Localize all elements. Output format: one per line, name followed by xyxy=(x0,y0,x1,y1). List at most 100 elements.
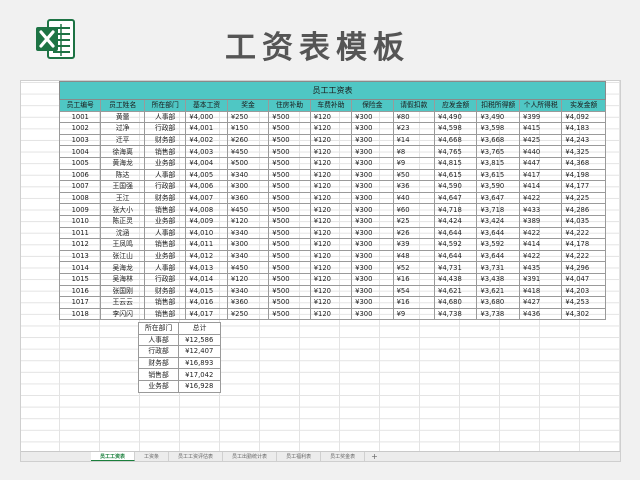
table-cell[interactable]: ¥300 xyxy=(351,122,394,135)
add-sheet-button[interactable]: + xyxy=(365,452,384,461)
table-cell[interactable]: 1001 xyxy=(58,110,102,124)
table-cell[interactable]: ¥300 xyxy=(351,133,394,147)
table-cell[interactable]: ¥3,590 xyxy=(476,180,520,193)
sheet-tab[interactable]: 工资条 xyxy=(135,452,170,461)
table-cell[interactable]: ¥120 xyxy=(309,156,353,170)
table-cell[interactable]: ¥450 xyxy=(226,145,270,158)
table-cell[interactable]: ¥120 xyxy=(309,296,353,309)
table-cell[interactable]: 1013 xyxy=(58,249,102,263)
table-cell[interactable]: ¥417 xyxy=(518,168,563,182)
table-cell[interactable]: ¥16 xyxy=(392,272,436,286)
table-cell[interactable]: 财务部 xyxy=(143,284,187,298)
table-cell[interactable]: ¥500 xyxy=(268,226,311,240)
table-cell[interactable]: ¥447 xyxy=(518,156,563,170)
department-summary-table[interactable]: 所在部门 总计 人事部 ¥12,586 行政部 ¥12,407 财务部 ¥16,893 销售部… xyxy=(137,322,221,393)
sheet-tab[interactable]: 员工工资评估表 xyxy=(169,452,224,461)
table-cell[interactable]: ¥300 xyxy=(351,226,394,240)
table-cell[interactable]: ¥4,000 xyxy=(185,110,228,124)
table-cell[interactable]: ¥120 xyxy=(309,238,353,251)
table-cell[interactable]: 行政部 xyxy=(143,272,187,286)
summary-row[interactable]: 行政部 ¥12,407 xyxy=(137,345,221,358)
table-cell[interactable]: ¥436 xyxy=(518,307,563,321)
summary-row[interactable]: 业务部 ¥16,928 xyxy=(137,379,221,393)
table-cell[interactable]: ¥9 xyxy=(392,307,436,321)
table-cell[interactable]: 王江 xyxy=(100,191,145,205)
summary-cell[interactable]: ¥12,586 xyxy=(178,333,221,347)
table-cell[interactable]: ¥3,815 xyxy=(476,156,520,170)
table-cell[interactable]: ¥120 xyxy=(309,168,353,182)
table-cell[interactable]: 迁平 xyxy=(100,133,145,147)
table-cell[interactable]: ¥3,644 xyxy=(476,226,520,240)
table-cell[interactable]: ¥4,644 xyxy=(433,226,478,240)
table-cell[interactable]: ¥433 xyxy=(518,203,563,216)
table-cell[interactable]: ¥300 xyxy=(351,168,394,182)
table-cell[interactable]: ¥4,438 xyxy=(433,272,478,286)
table-row[interactable]: 1005 黄海龙 业务部 ¥4,004 ¥500 ¥500 ¥120 ¥300 ¥9 ¥4,815… xyxy=(58,156,606,170)
table-cell[interactable]: ¥300 xyxy=(351,238,394,251)
table-cell[interactable]: ¥4,424 xyxy=(433,214,478,228)
summary-row[interactable]: 人事部 ¥12,586 xyxy=(137,333,221,347)
table-cell[interactable]: ¥4,178 xyxy=(561,238,606,251)
summary-column-header[interactable]: 总计 xyxy=(178,322,221,335)
table-row[interactable]: 1002 过净 行政部 ¥4,001 ¥150 ¥500 ¥120 ¥300 ¥23 ¥4,598… xyxy=(58,122,606,135)
table-cell[interactable]: 销售部 xyxy=(143,145,187,158)
table-cell[interactable]: ¥4,011 xyxy=(185,238,228,251)
table-cell[interactable]: ¥36 xyxy=(392,180,436,193)
sheet-tab[interactable]: 员工工资表 xyxy=(91,452,136,461)
table-cell[interactable]: ¥120 xyxy=(309,307,353,321)
summary-column-header[interactable]: 所在部门 xyxy=(137,322,180,335)
table-cell[interactable]: ¥250 xyxy=(226,110,270,124)
table-cell[interactable]: ¥150 xyxy=(226,122,270,135)
table-cell[interactable]: ¥4,243 xyxy=(561,133,606,147)
table-cell[interactable]: ¥500 xyxy=(268,133,311,147)
table-cell[interactable]: ¥4,001 xyxy=(185,122,228,135)
table-cell[interactable]: ¥4,621 xyxy=(433,284,478,298)
table-row[interactable]: 1006 陈达 人事部 ¥4,005 ¥340 ¥500 ¥120 ¥300 ¥50 ¥4,615… xyxy=(58,168,606,182)
table-cell[interactable]: ¥300 xyxy=(351,145,394,158)
table-cell[interactable]: ¥422 xyxy=(518,249,563,263)
table-cell[interactable]: ¥120 xyxy=(309,180,353,193)
sheet-tab[interactable]: 员工福利表 xyxy=(277,452,322,461)
table-cell[interactable]: 销售部 xyxy=(143,296,187,309)
table-cell[interactable]: ¥4,302 xyxy=(561,307,606,321)
table-cell[interactable]: ¥120 xyxy=(309,272,353,286)
table-cell[interactable]: 王国强 xyxy=(100,180,145,193)
table-cell[interactable]: 销售部 xyxy=(143,307,187,321)
column-header[interactable]: 员工编号 xyxy=(58,99,102,112)
column-header[interactable]: 个人所得税 xyxy=(518,99,563,112)
table-cell[interactable]: ¥500 xyxy=(268,272,311,286)
column-header[interactable]: 所在部门 xyxy=(143,99,187,112)
table-cell[interactable]: ¥4,490 xyxy=(433,110,478,124)
table-cell[interactable]: 1003 xyxy=(58,133,102,147)
table-cell[interactable]: ¥8 xyxy=(392,145,436,158)
table-cell[interactable]: ¥4,198 xyxy=(561,168,606,182)
table-cell[interactable]: ¥4,010 xyxy=(185,226,228,240)
table-cell[interactable]: 业务部 xyxy=(143,156,187,170)
column-header[interactable]: 请假扣款 xyxy=(392,99,436,112)
table-cell[interactable]: 陈正灵 xyxy=(100,214,145,228)
table-cell[interactable]: ¥9 xyxy=(392,156,436,170)
table-cell[interactable]: ¥4,005 xyxy=(185,168,228,182)
table-cell[interactable]: 徐海离 xyxy=(100,145,145,158)
table-cell[interactable]: ¥4,592 xyxy=(433,238,478,251)
table-cell[interactable]: 人事部 xyxy=(143,110,187,124)
table-cell[interactable]: ¥4,225 xyxy=(561,191,606,205)
table-cell[interactable]: 1006 xyxy=(58,168,102,182)
tab-scroll-area[interactable] xyxy=(21,452,91,461)
summary-cell[interactable]: 财务部 xyxy=(137,356,180,370)
table-row[interactable]: 1004 徐海离 销售部 ¥4,003 ¥450 ¥500 ¥120 ¥300 ¥8 ¥4,765… xyxy=(58,145,606,158)
table-cell[interactable]: ¥500 xyxy=(268,307,311,321)
table-cell[interactable]: ¥260 xyxy=(226,133,270,147)
table-cell[interactable]: ¥120 xyxy=(309,284,353,298)
table-cell[interactable]: ¥500 xyxy=(268,296,311,309)
table-cell[interactable]: 张国刚 xyxy=(100,284,145,298)
table-cell[interactable]: 1015 xyxy=(58,272,102,286)
table-cell[interactable]: 吴海林 xyxy=(100,272,145,286)
table-cell[interactable]: ¥3,644 xyxy=(476,249,520,263)
table-cell[interactable]: 1017 xyxy=(58,296,102,309)
table-cell[interactable]: ¥4,004 xyxy=(185,156,228,170)
table-cell[interactable]: 1018 xyxy=(58,307,102,321)
table-cell[interactable]: ¥4,183 xyxy=(561,122,606,135)
summary-cell[interactable]: ¥16,893 xyxy=(178,356,221,370)
table-cell[interactable]: 1002 xyxy=(58,122,102,135)
